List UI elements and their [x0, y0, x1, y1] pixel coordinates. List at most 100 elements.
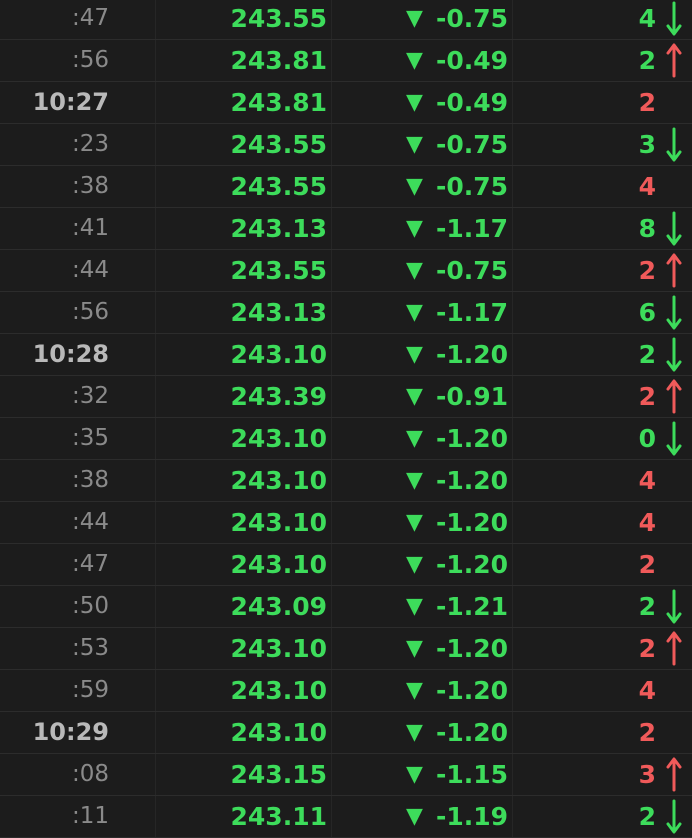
- time-label-minute: 10:28: [32, 340, 109, 368]
- change-value: -1.17: [435, 298, 508, 327]
- down-triangle-icon: ▼: [406, 720, 423, 745]
- change-cell: ▼ -1.20: [332, 418, 513, 459]
- change-value: -0.49: [435, 88, 508, 117]
- time-label-seconds: :38: [71, 173, 109, 199]
- volume-cell: 2: [513, 40, 692, 81]
- time-cell: :32: [0, 376, 156, 417]
- volume-value: 0: [638, 424, 656, 453]
- time-cell: :35: [0, 418, 156, 459]
- down-triangle-icon: ▼: [406, 510, 423, 535]
- change-cell: ▼ -0.91: [332, 376, 513, 417]
- table-row[interactable]: :47 243.55 ▼ -0.75 4: [0, 0, 692, 40]
- change-value: -1.17: [435, 214, 508, 243]
- table-row[interactable]: :32 243.39 ▼ -0.91 2: [0, 376, 692, 418]
- change-value: -1.20: [435, 424, 508, 453]
- down-triangle-icon: ▼: [406, 90, 423, 115]
- change-value: -0.75: [435, 130, 508, 159]
- table-row[interactable]: :35 243.10 ▼ -1.20 0: [0, 418, 692, 460]
- table-row[interactable]: :53 243.10 ▼ -1.20 2: [0, 628, 692, 670]
- change-cell: ▼ -1.20: [332, 460, 513, 501]
- price-cell: 243.10: [156, 670, 332, 711]
- volume-value: 8: [638, 214, 656, 243]
- arrow-down-icon: [666, 337, 682, 372]
- volume-cell: 0: [513, 418, 692, 459]
- table-row[interactable]: :41 243.13 ▼ -1.17 8: [0, 208, 692, 250]
- time-cell: 10:29: [0, 712, 156, 753]
- table-row[interactable]: :11 243.11 ▼ -1.19 2: [0, 796, 692, 838]
- down-triangle-icon: ▼: [406, 216, 423, 241]
- change-cell: ▼ -0.75: [332, 124, 513, 165]
- price-value: 243.10: [230, 676, 327, 705]
- change-value: -1.20: [435, 340, 508, 369]
- volume-cell: 2: [513, 628, 692, 669]
- table-row[interactable]: 10:28 243.10 ▼ -1.20 2: [0, 334, 692, 376]
- price-value: 243.10: [230, 424, 327, 453]
- table-row[interactable]: :56 243.81 ▼ -0.49 2: [0, 40, 692, 82]
- volume-value: 2: [638, 46, 656, 75]
- table-row[interactable]: :38 243.10 ▼ -1.20 4: [0, 460, 692, 502]
- down-triangle-icon: ▼: [406, 174, 423, 199]
- time-label-seconds: :47: [71, 5, 109, 31]
- price-cell: 243.13: [156, 292, 332, 333]
- price-cell: 243.10: [156, 628, 332, 669]
- arrow-up-icon: [666, 757, 682, 792]
- volume-cell: 2: [513, 796, 692, 837]
- table-row[interactable]: :56 243.13 ▼ -1.17 6: [0, 292, 692, 334]
- change-value: -1.20: [435, 550, 508, 579]
- arrow-down-icon: [666, 589, 682, 624]
- volume-cell: 3: [513, 754, 692, 795]
- table-row[interactable]: :38 243.55 ▼ -0.75 4: [0, 166, 692, 208]
- price-cell: 243.81: [156, 82, 332, 123]
- change-cell: ▼ -1.15: [332, 754, 513, 795]
- price-value: 243.55: [230, 256, 327, 285]
- price-cell: 243.10: [156, 334, 332, 375]
- time-label-seconds: :23: [71, 131, 109, 157]
- down-triangle-icon: ▼: [406, 636, 423, 661]
- change-value: -0.75: [435, 4, 508, 33]
- time-cell: :44: [0, 502, 156, 543]
- time-cell: :53: [0, 628, 156, 669]
- time-label-minute: 10:27: [32, 88, 109, 116]
- time-label-seconds: :41: [71, 215, 109, 241]
- down-triangle-icon: ▼: [406, 762, 423, 787]
- table-row[interactable]: :50 243.09 ▼ -1.21 2: [0, 586, 692, 628]
- change-cell: ▼ -1.20: [332, 502, 513, 543]
- table-row[interactable]: 10:27 243.81 ▼ -0.49 2: [0, 82, 692, 124]
- price-value: 243.10: [230, 718, 327, 747]
- price-cell: 243.55: [156, 124, 332, 165]
- volume-cell: 2: [513, 82, 692, 123]
- table-row[interactable]: :08 243.15 ▼ -1.15 3: [0, 754, 692, 796]
- table-row[interactable]: :23 243.55 ▼ -0.75 3: [0, 124, 692, 166]
- down-triangle-icon: ▼: [406, 132, 423, 157]
- down-triangle-icon: ▼: [406, 678, 423, 703]
- volume-cell: 8: [513, 208, 692, 249]
- time-and-sales-table[interactable]: :47 243.55 ▼ -0.75 4:56 243.81 ▼ -0.49 2 10:27 243…: [0, 0, 692, 838]
- time-label-seconds: :56: [71, 47, 109, 73]
- volume-cell: 3: [513, 124, 692, 165]
- table-row[interactable]: :47 243.10 ▼ -1.20 2: [0, 544, 692, 586]
- price-cell: 243.11: [156, 796, 332, 837]
- change-value: -1.21: [435, 592, 508, 621]
- price-cell: 243.09: [156, 586, 332, 627]
- change-value: -0.49: [435, 46, 508, 75]
- price-cell: 243.55: [156, 166, 332, 207]
- table-row[interactable]: :44 243.10 ▼ -1.20 4: [0, 502, 692, 544]
- price-value: 243.55: [230, 130, 327, 159]
- time-label-seconds: :38: [71, 467, 109, 493]
- change-cell: ▼ -1.20: [332, 544, 513, 585]
- volume-value: 2: [638, 550, 656, 579]
- down-triangle-icon: ▼: [406, 804, 423, 829]
- change-cell: ▼ -0.75: [332, 166, 513, 207]
- volume-value: 2: [638, 718, 656, 747]
- table-row[interactable]: :44 243.55 ▼ -0.75 2: [0, 250, 692, 292]
- table-row[interactable]: 10:29 243.10 ▼ -1.20 2: [0, 712, 692, 754]
- volume-value: 2: [638, 634, 656, 663]
- change-cell: ▼ -1.20: [332, 334, 513, 375]
- price-cell: 243.13: [156, 208, 332, 249]
- price-cell: 243.55: [156, 0, 332, 39]
- arrow-down-icon: [666, 211, 682, 246]
- table-row[interactable]: :59 243.10 ▼ -1.20 4: [0, 670, 692, 712]
- volume-value: 6: [638, 298, 656, 327]
- time-label-seconds: :53: [71, 635, 109, 661]
- volume-value: 3: [638, 130, 656, 159]
